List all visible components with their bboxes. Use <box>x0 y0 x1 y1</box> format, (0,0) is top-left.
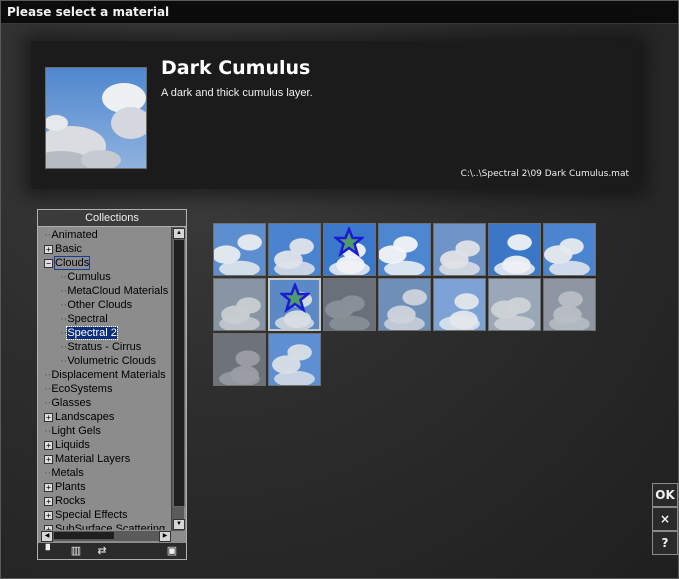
collections-toolbar: ▘ ▥ ⇄ ▣ <box>38 543 186 559</box>
tree-item[interactable]: + Liquids <box>44 438 90 452</box>
tree-item-label: Plants <box>55 481 86 493</box>
expand-icon[interactable]: + <box>44 440 53 450</box>
window-title: Please select a material <box>7 5 170 19</box>
tree-horizontal-scrollbar[interactable]: ◀ ▶ <box>41 531 171 542</box>
material-thumbnail[interactable] <box>488 278 541 331</box>
scroll-thumb[interactable] <box>173 239 185 507</box>
expand-icon[interactable]: + <box>44 454 53 464</box>
material-thumbnail[interactable] <box>433 223 486 276</box>
favorite-star-icon <box>334 227 364 257</box>
material-thumbnail[interactable] <box>268 223 321 276</box>
scroll-up-icon[interactable]: ▲ <box>173 228 185 239</box>
material-thumbnail[interactable] <box>268 278 321 331</box>
tree-item-label: MetaCloud Materials <box>67 285 169 297</box>
material-description: A dark and thick cumulus layer. <box>161 87 313 99</box>
material-thumbnail[interactable] <box>268 333 321 386</box>
material-dialog: Please select a material Dark Cumulus A … <box>0 0 679 579</box>
tree-item[interactable]: + Landscapes <box>44 410 114 424</box>
new-collection-icon[interactable]: ▘ <box>44 545 56 557</box>
tree-item-label: Clouds <box>53 256 91 270</box>
material-info-panel: Dark Cumulus A dark and thick cumulus la… <box>31 41 639 189</box>
material-preview <box>45 67 147 169</box>
expand-icon[interactable]: + <box>44 412 53 422</box>
material-name: Dark Cumulus <box>161 57 311 79</box>
collections-panel: Collections ··Animated + Basic − Clouds ··Cum… <box>37 209 187 560</box>
ok-button[interactable]: OK <box>652 483 678 507</box>
tree-item-label: Material Layers <box>55 453 131 465</box>
material-thumbnail[interactable] <box>488 223 541 276</box>
tree-item-label: SubSurface Scattering <box>55 523 166 530</box>
tree-item-label: Basic <box>55 243 82 255</box>
tree-item[interactable]: ··Metals <box>44 466 84 480</box>
tree-item[interactable]: + SubSurface Scattering <box>44 522 165 530</box>
material-thumbnail[interactable] <box>543 278 596 331</box>
material-thumbnail[interactable] <box>213 333 266 386</box>
material-thumbnail[interactable] <box>378 223 431 276</box>
tree-item[interactable]: + Basic <box>44 242 82 256</box>
tree-item[interactable]: ··MetaCloud Materials <box>60 284 168 298</box>
material-thumbnail[interactable] <box>323 278 376 331</box>
settings-icon[interactable]: ▣ <box>166 545 178 557</box>
expand-icon[interactable]: + <box>44 524 53 530</box>
tree-item-label: Displacement Materials <box>51 369 166 381</box>
tree-item-label: Special Effects <box>55 509 128 521</box>
tree-item[interactable]: ··EcoSystems <box>44 382 112 396</box>
collections-tree: ··Animated + Basic − Clouds ··Cumulus ··MetaCl… <box>40 228 170 530</box>
material-thumbnail[interactable] <box>213 223 266 276</box>
tree-item-label: Liquids <box>55 439 90 451</box>
tree-item[interactable]: ··Light Gels <box>44 424 101 438</box>
tree-vertical-scrollbar[interactable]: ▲ ▼ <box>171 227 185 531</box>
tree-item[interactable]: + Rocks <box>44 494 86 508</box>
horizontal-scroll-thumb[interactable] <box>54 532 114 539</box>
material-thumbnail[interactable] <box>543 223 596 276</box>
expand-icon[interactable]: + <box>44 510 53 520</box>
tree-item[interactable]: ··Cumulus <box>60 270 111 284</box>
collections-header: Collections <box>38 210 186 227</box>
cancel-button[interactable]: × <box>652 507 678 531</box>
material-thumbnail[interactable] <box>213 278 266 331</box>
tree-item-label: Cumulus <box>67 271 111 283</box>
tree-item-label: Light Gels <box>51 425 101 437</box>
material-thumbnail[interactable] <box>433 278 486 331</box>
material-path: C:\..\Spectral 2\09 Dark Cumulus.mat <box>460 169 629 179</box>
tree-item-label: Volumetric Clouds <box>67 355 156 367</box>
scroll-down-icon[interactable]: ▼ <box>173 519 185 530</box>
tree-item[interactable]: ··Spectral 2 <box>60 326 118 340</box>
tree-item-label: Animated <box>51 229 98 241</box>
tree-item-label: Spectral 2 <box>66 326 118 340</box>
help-button[interactable]: ? <box>652 531 678 555</box>
tree-item[interactable]: ··Other Clouds <box>60 298 132 312</box>
tree-item[interactable]: ··Glasses <box>44 396 91 410</box>
tree-item-label: Stratus - Cirrus <box>67 341 142 353</box>
tree-item-label: Spectral <box>67 313 108 325</box>
tree-item[interactable]: + Special Effects <box>44 508 128 522</box>
tree-item[interactable]: ··Volumetric Clouds <box>60 354 156 368</box>
tree-item[interactable]: ··Stratus - Cirrus <box>60 340 141 354</box>
tree-item-label: Landscapes <box>55 411 115 423</box>
expand-icon[interactable]: + <box>44 244 53 254</box>
collapse-icon[interactable]: − <box>44 258 53 268</box>
folder-import-icon[interactable]: ⇄ <box>96 545 108 557</box>
scroll-left-icon[interactable]: ◀ <box>41 531 53 542</box>
favorite-star-icon <box>280 283 310 313</box>
tree-item[interactable]: + Plants <box>44 480 86 494</box>
tree-item-label: Glasses <box>51 397 92 409</box>
tree-item[interactable]: ··Animated <box>44 228 98 242</box>
material-thumbnail[interactable] <box>378 278 431 331</box>
scroll-right-icon[interactable]: ▶ <box>159 531 171 542</box>
expand-icon[interactable]: + <box>44 482 53 492</box>
tree-item[interactable]: + Material Layers <box>44 452 130 466</box>
expand-icon[interactable]: + <box>44 496 53 506</box>
tree-item[interactable]: − Clouds <box>44 256 91 270</box>
trash-icon[interactable]: ▥ <box>70 545 82 557</box>
tree-item-label: Other Clouds <box>67 299 133 311</box>
tree-item-label: Metals <box>51 467 84 479</box>
tree-item-label: EcoSystems <box>51 383 113 395</box>
tree-item-label: Rocks <box>55 495 86 507</box>
title-bar: Please select a material <box>1 1 678 24</box>
material-thumbnail[interactable] <box>323 223 376 276</box>
tree-item[interactable]: ··Displacement Materials <box>44 368 166 382</box>
materials-grid <box>213 223 597 387</box>
tree-item[interactable]: ··Spectral <box>60 312 108 326</box>
